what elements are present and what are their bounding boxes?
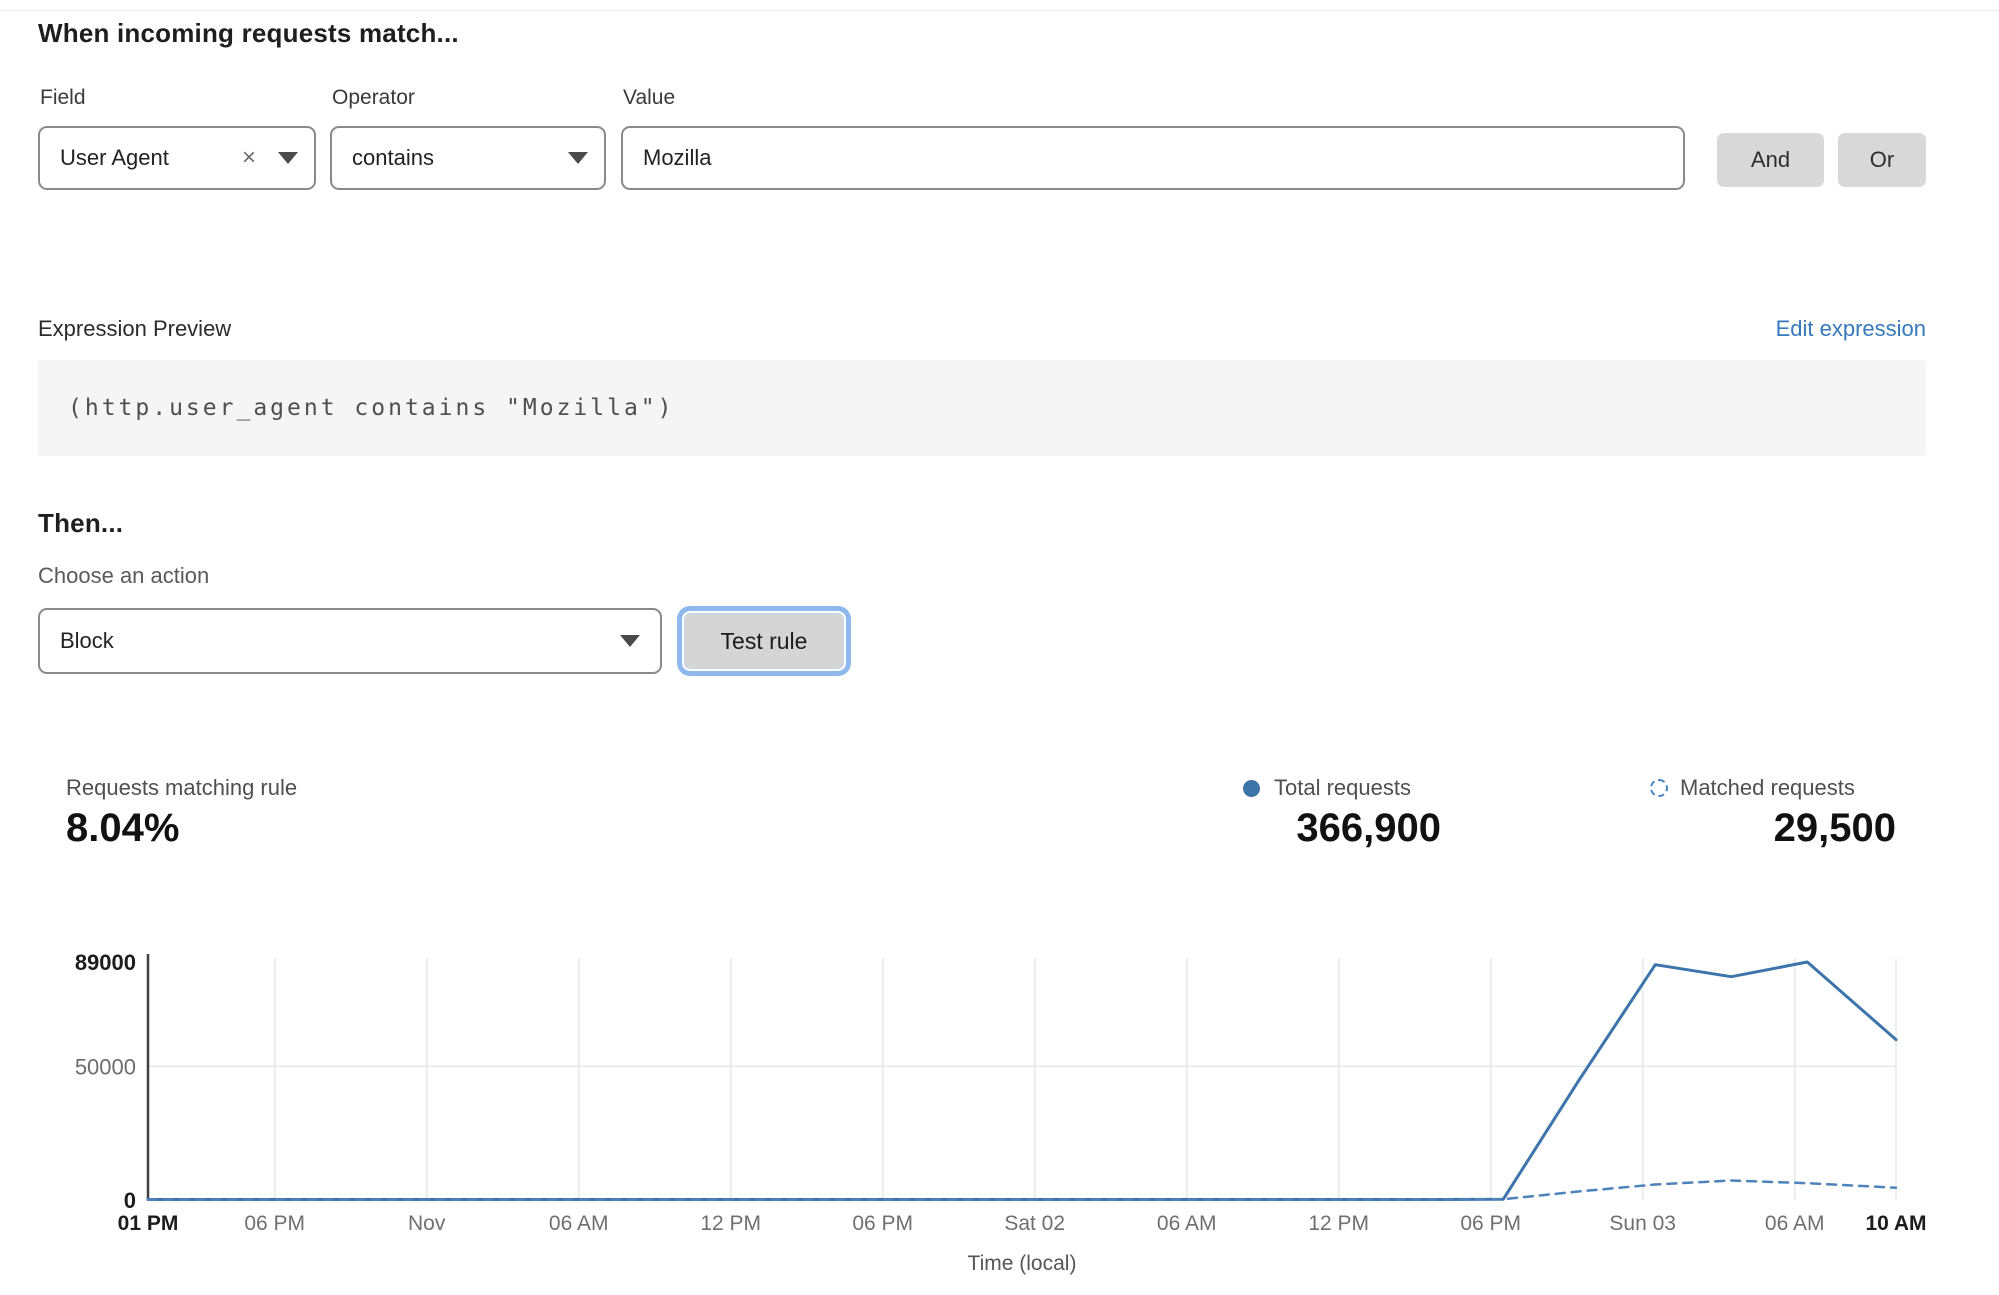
svg-text:06 PM: 06 PM xyxy=(244,1212,305,1235)
value-label: Value xyxy=(623,86,675,110)
operator-select-value: contains xyxy=(352,145,568,171)
value-input[interactable] xyxy=(621,126,1685,190)
expression-code: (http.user_agent contains "Mozilla") xyxy=(68,395,675,421)
then-section-title: Then... xyxy=(38,508,123,539)
svg-text:Time (local): Time (local) xyxy=(968,1252,1077,1275)
match-section-title: When incoming requests match... xyxy=(38,18,459,49)
svg-text:01 PM: 01 PM xyxy=(118,1212,179,1235)
chevron-down-icon xyxy=(620,635,640,647)
expression-preview-box: (http.user_agent contains "Mozilla") xyxy=(38,360,1926,456)
svg-text:06 AM: 06 AM xyxy=(1157,1212,1217,1235)
svg-text:06 PM: 06 PM xyxy=(852,1212,913,1235)
clear-icon[interactable]: × xyxy=(242,146,256,170)
svg-text:06 AM: 06 AM xyxy=(549,1212,609,1235)
matched-requests-value: 29,500 xyxy=(1774,806,1896,851)
expression-preview-label: Expression Preview xyxy=(38,316,231,342)
chevron-down-icon xyxy=(278,152,298,164)
action-select[interactable]: Block xyxy=(38,608,662,674)
total-requests-label: Total requests xyxy=(1274,775,1411,801)
choose-action-label: Choose an action xyxy=(38,563,209,589)
svg-text:06 PM: 06 PM xyxy=(1460,1212,1521,1235)
chevron-down-icon xyxy=(568,152,588,164)
or-button[interactable]: Or xyxy=(1838,133,1926,187)
svg-text:12 PM: 12 PM xyxy=(700,1212,761,1235)
operator-label: Operator xyxy=(332,86,415,110)
dashed-circle-icon xyxy=(1650,779,1668,797)
action-select-value: Block xyxy=(60,628,620,654)
requests-matching-value: 8.04% xyxy=(66,806,179,851)
total-requests-value: 366,900 xyxy=(1296,806,1441,851)
firewall-rule-builder-page: When incoming requests match... Field Op… xyxy=(0,0,1999,1295)
svg-text:10 AM: 10 AM xyxy=(1865,1212,1926,1235)
svg-text:Nov: Nov xyxy=(408,1212,446,1235)
legend-total-requests: Total requests xyxy=(1243,775,1411,801)
svg-text:06 AM: 06 AM xyxy=(1765,1212,1825,1235)
field-select-value: User Agent xyxy=(60,145,242,171)
requests-matching-label: Requests matching rule xyxy=(66,775,297,801)
svg-text:0: 0 xyxy=(124,1188,136,1213)
matched-requests-label: Matched requests xyxy=(1680,775,1855,801)
filled-circle-icon xyxy=(1243,780,1260,797)
field-label: Field xyxy=(40,86,86,110)
and-button[interactable]: And xyxy=(1717,133,1824,187)
svg-text:Sun 03: Sun 03 xyxy=(1609,1212,1676,1235)
svg-text:Sat 02: Sat 02 xyxy=(1004,1212,1065,1235)
requests-chart-svg: 0 50000 89000 01 PM 06 PM Nov 06 AM 12 PM 06 PM S… xyxy=(0,930,1999,1295)
edit-expression-link[interactable]: Edit expression xyxy=(1776,316,1926,342)
svg-text:12 PM: 12 PM xyxy=(1308,1212,1369,1235)
field-select[interactable]: User Agent × xyxy=(38,126,316,190)
svg-text:89000: 89000 xyxy=(75,950,136,975)
svg-text:50000: 50000 xyxy=(75,1054,136,1079)
legend-matched-requests: Matched requests xyxy=(1650,775,1855,801)
test-rule-button[interactable]: Test rule xyxy=(684,613,844,669)
top-divider xyxy=(0,10,1999,11)
operator-select[interactable]: contains xyxy=(330,126,606,190)
